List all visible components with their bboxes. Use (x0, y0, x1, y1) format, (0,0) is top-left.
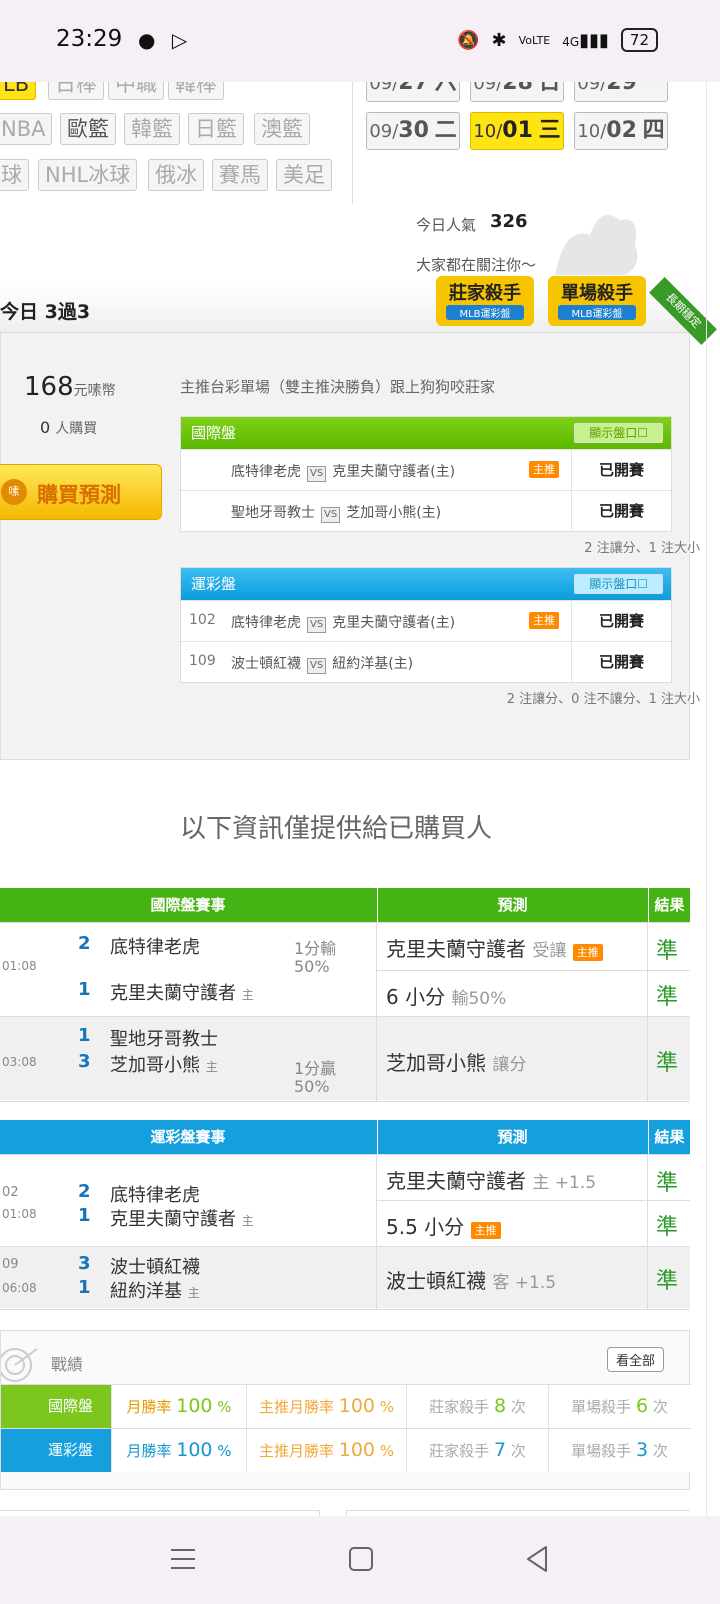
record-box: 戰績 看全部 國際盤 月勝率 100 % 主推月勝率 100 % 莊家殺手 8 … (0, 1330, 691, 1490)
system-icons: 🔕 ✱ VoLTE 4G▮▮▮ 72 (457, 28, 658, 52)
show-odds-button[interactable]: 顯示盤口☐ (574, 423, 663, 443)
attention-text: 大家都在關注你～ (416, 256, 537, 274)
board-row: 102 底特律老虎 VS 克里夫蘭守護者(主) 主推 已開賽 (181, 600, 671, 641)
game-status: 已開賽 (571, 642, 671, 682)
record-row-intl: 國際盤 月勝率 100 % 主推月勝率 100 % 莊家殺手 8 次 單場殺手 … (1, 1384, 691, 1428)
panel-title: 今日 3過3 (0, 301, 91, 323)
signal-icon: 4G▮▮▮ (562, 29, 609, 51)
bookmaker-killer-badge: 莊家殺手 MLB運彩盤 (436, 276, 534, 326)
intl-board-table: 國際盤 顯示盤口☐ 底特律老虎 VS 克里夫蘭守護者(主) 主推 已開賽 聖地牙哥教… (180, 416, 672, 532)
game-status: 已開賽 (571, 450, 671, 490)
divider (352, 82, 353, 204)
play-icon: ▷ (171, 28, 188, 52)
buy-prediction-button[interactable]: 嗉 購買預測 (0, 464, 162, 520)
navigation-bar (0, 1516, 720, 1604)
main-pick-tag: 主推 (529, 461, 559, 478)
menu-icon[interactable] (170, 1546, 196, 1572)
coin-icon: 嗉 (1, 479, 27, 505)
single-killer-badge: 單場殺手 MLB運彩盤 (548, 276, 646, 326)
volte-icon: VoLTE (518, 33, 551, 47)
result-correct: 準 (656, 1171, 679, 1196)
status-bar: 23:29 ● ▷ 🔕 ✱ VoLTE 4G▮▮▮ 72 (0, 0, 720, 82)
price: 168元嗉幣 (24, 372, 116, 402)
mascot-icon (555, 215, 638, 275)
notification-icons: ● ▷ (138, 28, 187, 52)
result-correct: 準 (656, 1051, 679, 1076)
record-title: 戰績 (51, 1355, 84, 1374)
game-status: 已開賽 (571, 491, 671, 531)
board-row: 聖地牙哥教士 VS 芝加哥小熊(主) 已開賽 (181, 490, 671, 531)
buyer-count: 0 人購買 (40, 418, 98, 437)
date-chip[interactable]: 09/30 二 (366, 112, 460, 150)
intl-board-note: 2 注讓分、1 注大小 (584, 541, 700, 556)
table-row: 01:08 2 底特律老虎 1 克里夫蘭守護者 主 1分輸 50% 克里夫蘭守護… (0, 922, 690, 1017)
chat-bubble-icon: ● (138, 28, 156, 52)
sport-chip[interactable]: NHL冰球 (38, 159, 138, 191)
bluetooth-icon: ✱ (491, 29, 507, 51)
main-pick-tag: 主推 (529, 612, 559, 629)
board-row: 底特律老虎 VS 克里夫蘭守護者(主) 主推 已開賽 (181, 449, 671, 490)
sport-chip[interactable]: NBA (0, 113, 53, 145)
sport-chip[interactable]: 球 (0, 159, 29, 191)
game-status: 已開賽 (571, 601, 671, 641)
sport-chip[interactable]: 俄冰 (148, 159, 204, 191)
date-chip[interactable]: 10/02 四 (574, 112, 668, 150)
lottery-board-table: 運彩盤 顯示盤口☐ 102 底特律老虎 VS 克里夫蘭守護者(主) 主推 已開賽 1… (180, 567, 672, 683)
lottery-results-table: 運彩盤賽事 預測 結果 02 01:08 2 底特律老虎 1 克里夫蘭守護者 主… (0, 1120, 690, 1310)
panel-description: 主推台彩單場（雙主推決勝負）跟上狗狗咬莊家 (180, 378, 496, 396)
sport-chip[interactable]: 日籃 (188, 113, 244, 145)
sport-chip[interactable]: 澳籃 (254, 113, 310, 145)
intl-board-header: 國際盤 顯示盤口☐ (181, 417, 671, 449)
table-row: 09 06:08 3 波士頓紅襪 1 紐約洋基 主 波士頓紅襪 客 +1.5 準 (0, 1246, 690, 1309)
result-correct: 準 (656, 939, 679, 964)
sport-chip[interactable]: 美足 (276, 159, 332, 191)
intl-results-table: 國際盤賽事 預測 結果 01:08 2 底特律老虎 1 克里夫蘭守護者 主 1分… (0, 888, 690, 1102)
sport-chip[interactable]: 歐籃 (60, 113, 116, 145)
sport-chip[interactable]: 賽馬 (212, 159, 268, 191)
target-icon (1, 1348, 38, 1382)
sport-chip[interactable]: 韓籃 (124, 113, 180, 145)
scrollbar-track (706, 82, 707, 1516)
popularity-label: 今日人氣 (416, 216, 477, 234)
back-icon[interactable] (524, 1544, 550, 1574)
popularity-count: 326 (490, 211, 528, 232)
show-odds-button[interactable]: 顯示盤口☐ (574, 574, 663, 594)
results-header: 國際盤賽事 預測 結果 (0, 888, 690, 922)
result-correct: 準 (656, 1215, 679, 1240)
clock: 23:29 (56, 26, 123, 52)
table-row: 03:08 1 聖地牙哥教士 3 芝加哥小熊 主 1分贏 50% 芝加哥小熊 讓… (0, 1016, 690, 1101)
result-correct: 準 (656, 985, 679, 1010)
board-row: 109 波士頓紅襪 VS 紐約洋基(主) 已開賽 (181, 641, 671, 682)
buyer-only-notice: 以下資訊僅提供給已購買人 (179, 814, 492, 844)
lottery-board-header: 運彩盤 顯示盤口☐ (181, 568, 671, 600)
see-all-button[interactable]: 看全部 (607, 1347, 665, 1372)
battery-icon: 72 (620, 28, 658, 52)
result-correct: 準 (656, 1269, 679, 1294)
results-header: 運彩盤賽事 預測 結果 (0, 1120, 690, 1154)
lottery-board-note: 2 注讓分、0 注不讓分、1 注大小 (506, 692, 700, 707)
mute-bell-icon: 🔕 (457, 29, 480, 51)
record-row-lottery: 運彩盤 月勝率 100 % 主推月勝率 100 % 莊家殺手 7 次 單場殺手 … (1, 1428, 691, 1472)
home-icon[interactable] (348, 1546, 374, 1572)
date-chip-selected[interactable]: 10/01 三 (470, 112, 564, 150)
table-row: 02 01:08 2 底特律老虎 1 克里夫蘭守護者 主 克里夫蘭守護者 主 +… (0, 1154, 690, 1247)
